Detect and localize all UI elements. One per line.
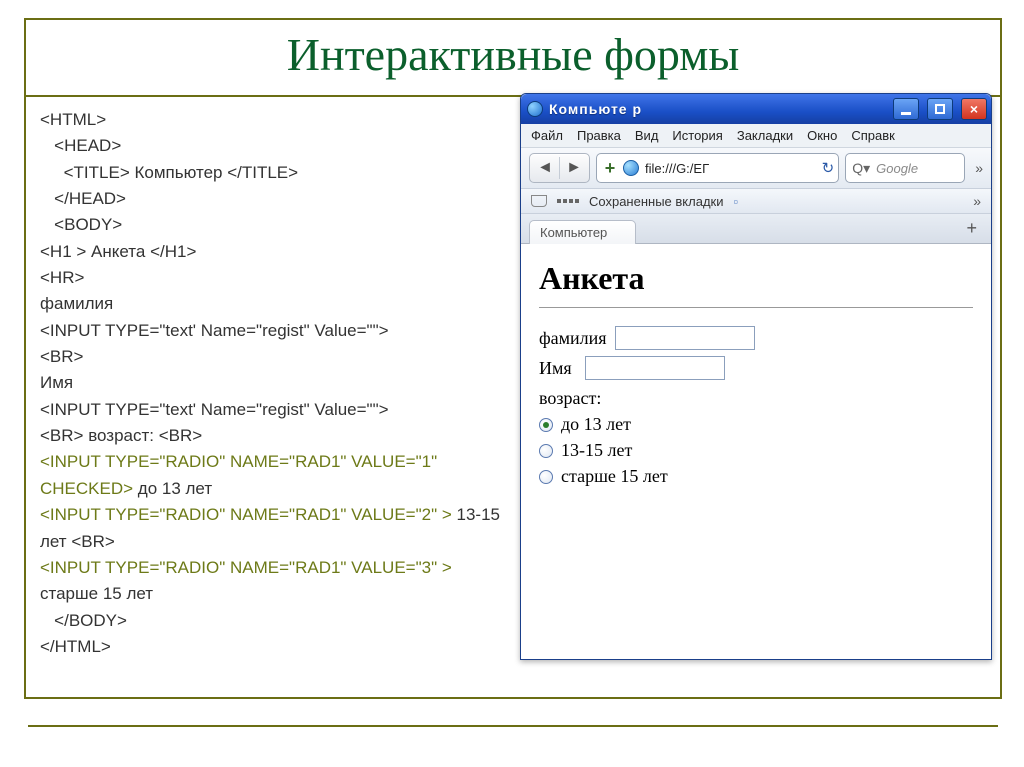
tabstrip: Компьютер + bbox=[521, 214, 991, 244]
code-line: <HR> bbox=[40, 268, 84, 287]
code-text: Компьютер bbox=[130, 163, 227, 182]
menu-item[interactable]: Файл bbox=[531, 128, 563, 143]
radio-1[interactable] bbox=[539, 418, 553, 432]
slide-title: Интерактивные формы bbox=[26, 28, 1000, 81]
bookmarks-label[interactable]: Сохраненные вкладки bbox=[589, 194, 723, 209]
code-line: <BR> bbox=[71, 532, 114, 551]
code-line: <INPUT TYPE="text' Name="regist" Value="… bbox=[40, 400, 389, 419]
titlebar[interactable]: Компьюте р × bbox=[521, 94, 991, 124]
url-text: file:///G:/ЕГ bbox=[645, 161, 816, 176]
toolbar: ◄ ► + file:///G:/ЕГ ↻ Q▾ Google » bbox=[521, 148, 991, 189]
page-content: Анкета фамилия Имя возраст: до 13 лет bbox=[521, 244, 991, 516]
radio-label: до 13 лет bbox=[561, 414, 631, 435]
slide-frame: Интерактивные формы <HTML> <HEAD> <TITLE… bbox=[24, 18, 1002, 699]
menu-item[interactable]: История bbox=[672, 128, 722, 143]
code-text: старше 15 лет bbox=[40, 584, 153, 603]
search-box[interactable]: Q▾ Google bbox=[845, 153, 965, 183]
content-row: <HTML> <HEAD> <TITLE> Компьютер </TITLE>… bbox=[26, 107, 1000, 660]
code-text: фамилия bbox=[40, 294, 113, 313]
code-line: <TITLE> bbox=[64, 163, 130, 182]
globe-icon bbox=[623, 160, 639, 176]
code-line: </HEAD> bbox=[54, 189, 126, 208]
forward-button[interactable]: ► bbox=[561, 159, 587, 177]
new-tab-button[interactable]: + bbox=[960, 218, 983, 243]
bottom-rule bbox=[28, 725, 998, 727]
radio-3[interactable] bbox=[539, 470, 553, 484]
code-line: </HTML> bbox=[40, 637, 111, 656]
overflow-icon[interactable]: » bbox=[975, 160, 983, 176]
overflow-icon[interactable]: » bbox=[973, 193, 981, 209]
lastname-input[interactable] bbox=[615, 326, 755, 350]
tab[interactable]: Компьютер bbox=[529, 220, 636, 244]
grid-icon[interactable] bbox=[557, 199, 579, 203]
menu-item[interactable]: Справк bbox=[851, 128, 894, 143]
code-line: <H1 > bbox=[40, 242, 86, 261]
code-line: <BR> bbox=[40, 347, 83, 366]
code-line-hl: <INPUT TYPE="radio" NAME="rad1" VALUE="2… bbox=[40, 505, 452, 524]
code-line-hl: <INPUT TYPE="radio" NAME="rad1" VALUE="3… bbox=[40, 558, 452, 577]
code-line: </H1> bbox=[150, 242, 196, 261]
radio-label: 13-15 лет bbox=[561, 440, 632, 461]
search-icon: Q▾ bbox=[852, 160, 870, 177]
search-placeholder: Google bbox=[876, 161, 918, 176]
code-text: Имя bbox=[40, 373, 73, 392]
menu-item[interactable]: Закладки bbox=[737, 128, 793, 143]
firstname-input[interactable] bbox=[585, 356, 725, 380]
code-line: <BR> bbox=[159, 426, 202, 445]
tab-label: Компьютер bbox=[540, 225, 607, 240]
window-title: Компьюте р bbox=[549, 101, 885, 117]
menu-item[interactable]: Вид bbox=[635, 128, 659, 143]
code-line: <HEAD> bbox=[54, 136, 121, 155]
code-text: Анкета bbox=[86, 242, 150, 261]
code-line: <BR> bbox=[40, 426, 83, 445]
code-listing: <HTML> <HEAD> <TITLE> Компьютер </TITLE>… bbox=[34, 107, 506, 660]
address-bar[interactable]: + file:///G:/ЕГ ↻ bbox=[596, 153, 839, 183]
back-button[interactable]: ◄ bbox=[532, 159, 558, 177]
app-icon bbox=[527, 101, 543, 117]
radio-2[interactable] bbox=[539, 444, 553, 458]
code-line: <HTML> bbox=[40, 110, 106, 129]
book-icon[interactable] bbox=[531, 195, 547, 207]
close-button[interactable]: × bbox=[961, 98, 987, 120]
label-firstname: Имя bbox=[539, 358, 577, 379]
browser-window: Компьюте р × Файл Правка Вид История Зак… bbox=[520, 93, 992, 660]
menu-item[interactable]: Правка bbox=[577, 128, 621, 143]
code-line-hl: <INPUT TYPE="radio" NAME="rad1" VALUE="1… bbox=[40, 452, 437, 497]
code-text: до 13 лет bbox=[133, 479, 212, 498]
code-line: <INPUT TYPE="text' Name="regist" Value="… bbox=[40, 321, 389, 340]
menubar: Файл Правка Вид История Закладки Окно Сп… bbox=[521, 124, 991, 148]
menu-item[interactable]: Окно bbox=[807, 128, 837, 143]
code-line: </BODY> bbox=[54, 611, 127, 630]
maximize-button[interactable] bbox=[927, 98, 953, 120]
nav-buttons: ◄ ► bbox=[529, 153, 590, 183]
minimize-button[interactable] bbox=[893, 98, 919, 120]
add-icon[interactable]: + bbox=[603, 158, 617, 179]
label-lastname: фамилия bbox=[539, 328, 607, 349]
hr bbox=[539, 307, 973, 308]
age-label: возраст: bbox=[539, 388, 973, 409]
radio-label: старше 15 лет bbox=[561, 466, 668, 487]
code-line: </TITLE> bbox=[227, 163, 298, 182]
reload-icon[interactable]: ↻ bbox=[822, 159, 835, 177]
page-heading: Анкета bbox=[539, 260, 973, 297]
code-text: возраст: bbox=[83, 426, 158, 445]
code-line: <BODY> bbox=[54, 215, 122, 234]
bookmarks-bar: Сохраненные вкладки ▫ » bbox=[521, 189, 991, 214]
